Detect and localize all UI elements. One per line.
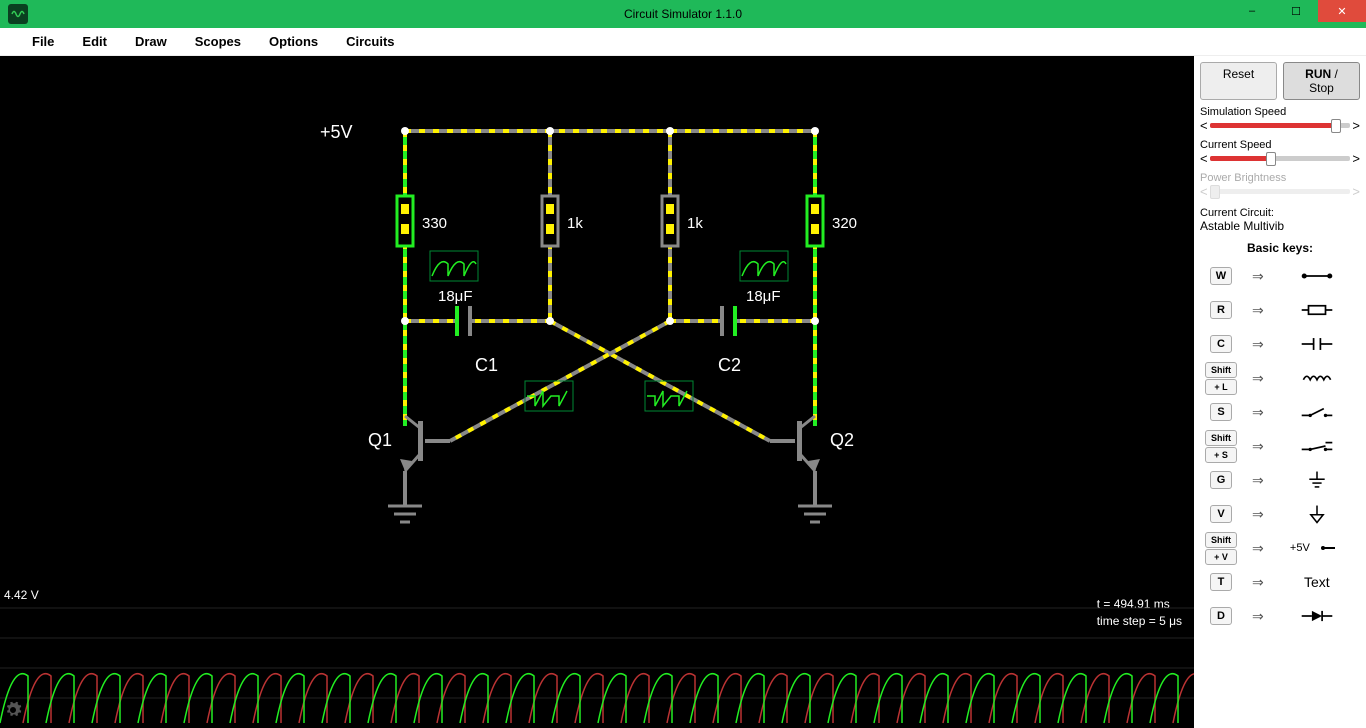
arrow-right-icon: ⇒ [1252, 608, 1264, 625]
svg-text:320: 320 [832, 215, 857, 232]
chevron-right-icon: > [1352, 184, 1360, 199]
chevron-right-icon[interactable]: > [1352, 151, 1360, 166]
arrow-right-icon: ⇒ [1252, 302, 1264, 319]
titlebar: Circuit Simulator 1.1.0 – ☐ ✕ [0, 0, 1366, 28]
menu-options[interactable]: Options [255, 34, 332, 49]
chevron-right-icon[interactable]: > [1352, 118, 1360, 133]
key-row-capacitor[interactable]: C⇒ [1200, 329, 1360, 359]
arrow-right-icon: ⇒ [1252, 438, 1264, 455]
svg-text:1k: 1k [687, 215, 703, 232]
current-circuit-label: Current Circuit: [1200, 207, 1360, 219]
svg-text:18μF: 18μF [746, 288, 781, 305]
arrow-right-icon: ⇒ [1252, 574, 1264, 591]
menu-edit[interactable]: Edit [68, 34, 121, 49]
basic-keys-header: Basic keys: [1200, 241, 1360, 255]
key-row-text[interactable]: T⇒Text [1200, 567, 1360, 597]
text-icon: Text [1274, 574, 1360, 590]
key-row-resistor[interactable]: R⇒ [1200, 295, 1360, 325]
ground2-icon [1274, 504, 1360, 524]
run-stop-button[interactable]: RUN / Stop [1283, 62, 1360, 100]
menubar: File Edit Draw Scopes Options Circuits [0, 28, 1366, 56]
arrow-right-icon: ⇒ [1252, 506, 1264, 523]
key-row-diode[interactable]: D⇒ [1200, 601, 1360, 631]
svg-text:330: 330 [422, 215, 447, 232]
key-row-inductor[interactable]: Shift+ L⇒ [1200, 363, 1360, 393]
current-speed-slider[interactable]: < > [1200, 151, 1360, 166]
resistor-icon [1274, 300, 1360, 320]
key-row-ground[interactable]: G⇒ [1200, 465, 1360, 495]
circuit-canvas[interactable]: +5V 330 1k 1k 320 18μF 18μF C1 C2 Q1 Q2 … [0, 56, 1194, 728]
voltage-icon: +5V [1274, 538, 1360, 558]
power-brightness-label: Power Brightness [1200, 172, 1360, 184]
key-row-switch-open[interactable]: S⇒ [1200, 397, 1360, 427]
key-row-ground2[interactable]: V⇒ [1200, 499, 1360, 529]
sim-speed-slider[interactable]: < > [1200, 118, 1360, 133]
sim-speed-label: Simulation Speed [1200, 106, 1360, 118]
chevron-left-icon: < [1200, 184, 1208, 199]
inductor-icon [1274, 368, 1360, 388]
arrow-right-icon: ⇒ [1252, 370, 1264, 387]
key-row-switch-closed[interactable]: Shift+ S⇒ [1200, 431, 1360, 461]
reset-button[interactable]: Reset [1200, 62, 1277, 100]
menu-circuits[interactable]: Circuits [332, 34, 408, 49]
chevron-left-icon[interactable]: < [1200, 151, 1208, 166]
svg-text:C2: C2 [718, 355, 741, 375]
minimize-button[interactable]: – [1230, 0, 1274, 22]
sidebar: Reset RUN / Stop Simulation Speed < > Cu… [1194, 56, 1366, 728]
ground-icon [1274, 470, 1360, 490]
window-controls: – ☐ ✕ [1230, 0, 1366, 22]
svg-text:C1: C1 [475, 355, 498, 375]
arrow-right-icon: ⇒ [1252, 268, 1264, 285]
current-circuit-value: Astable Multivib [1200, 219, 1360, 233]
menu-file[interactable]: File [18, 34, 68, 49]
wire-icon [1274, 266, 1360, 286]
chevron-left-icon[interactable]: < [1200, 118, 1208, 133]
svg-text:Q2: Q2 [830, 430, 854, 450]
maximize-button[interactable]: ☐ [1274, 0, 1318, 22]
menu-scopes[interactable]: Scopes [181, 34, 255, 49]
power-brightness-slider: < > [1200, 184, 1360, 199]
oscilloscope: 4.42 V t = 494.91 ms time step = 5 μs [0, 588, 1194, 728]
menu-draw[interactable]: Draw [121, 34, 181, 49]
capacitor-icon [1274, 334, 1360, 354]
app-icon [8, 4, 28, 24]
arrow-right-icon: ⇒ [1252, 540, 1264, 557]
arrow-right-icon: ⇒ [1252, 336, 1264, 353]
window-title: Circuit Simulator 1.1.0 [624, 7, 742, 21]
voltage-label: +5V [320, 122, 353, 142]
svg-text:1k: 1k [567, 215, 583, 232]
key-row-wire[interactable]: W⇒ [1200, 261, 1360, 291]
switch-closed-icon [1274, 436, 1360, 456]
scope-settings-icon[interactable] [4, 701, 22, 724]
svg-text:18μF: 18μF [438, 288, 473, 305]
diode-icon [1274, 606, 1360, 626]
current-speed-label: Current Speed [1200, 139, 1360, 151]
circuit-diagram: +5V 330 1k 1k 320 18μF 18μF C1 C2 Q1 Q2 [0, 56, 1194, 586]
arrow-right-icon: ⇒ [1252, 472, 1264, 489]
svg-text:Q1: Q1 [368, 430, 392, 450]
arrow-right-icon: ⇒ [1252, 404, 1264, 421]
switch-open-icon [1274, 402, 1360, 422]
key-row-voltage[interactable]: Shift+ V⇒+5V [1200, 533, 1360, 563]
close-button[interactable]: ✕ [1318, 0, 1366, 22]
